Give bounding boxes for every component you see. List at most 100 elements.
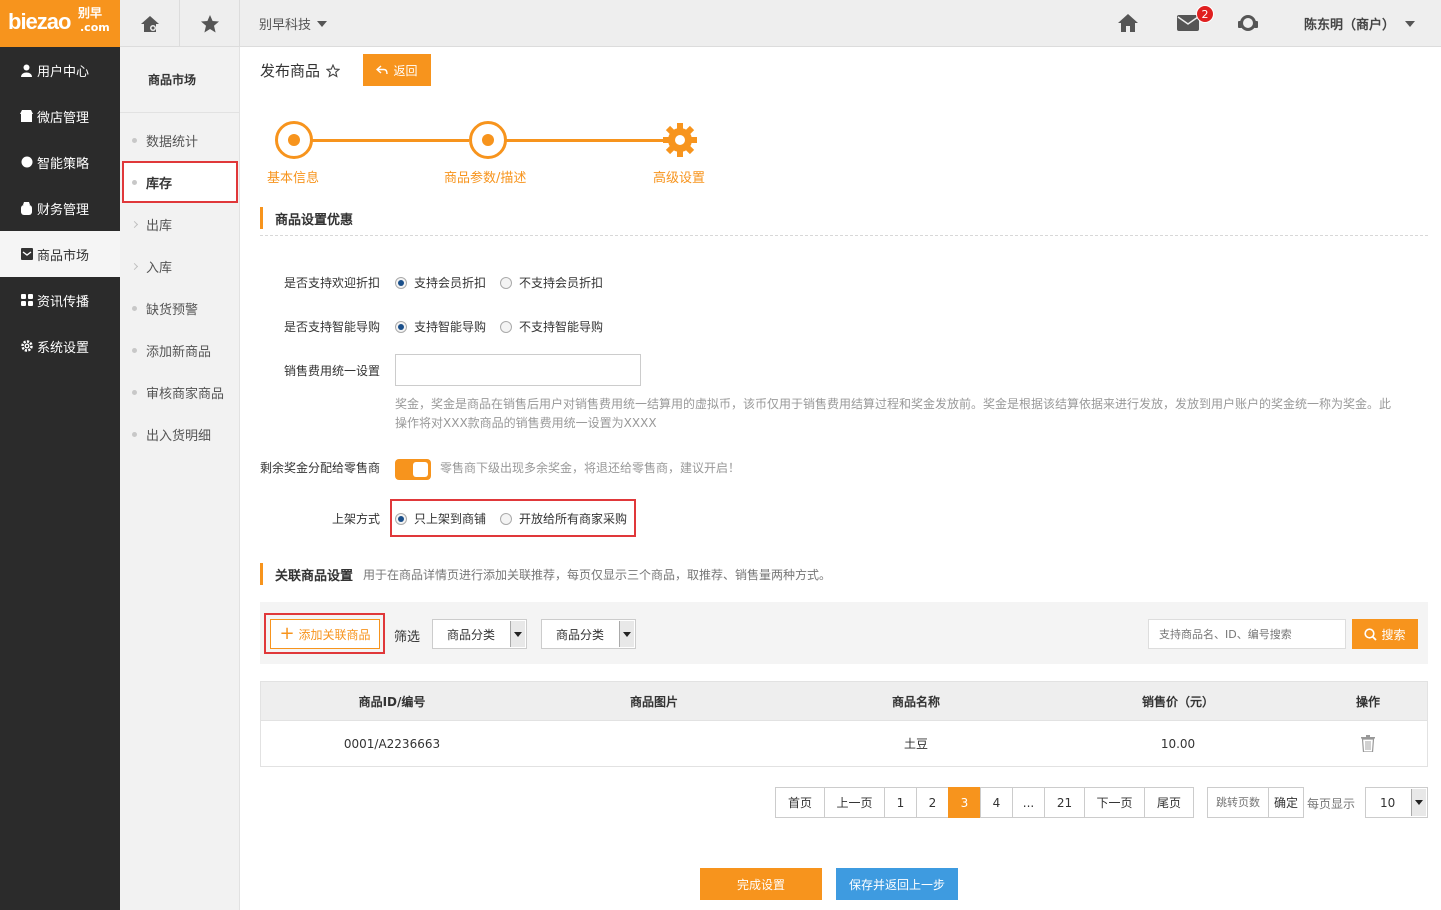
step-params[interactable] — [469, 121, 507, 159]
page-prev[interactable]: 上一页 — [824, 787, 885, 818]
subnav-item-label: 出入货明细 — [146, 428, 212, 444]
sub-sidebar: 商品市场 数据统计 库存 出库 入库 缺货预警 添加新商品 审核商家商品 出入货… — [120, 47, 240, 910]
shelf-open-all-radio[interactable]: 开放给所有商家采购 — [500, 510, 627, 527]
trash-icon[interactable] — [1361, 735, 1375, 752]
back-button[interactable]: 返回 — [363, 54, 431, 86]
bullet-icon — [132, 137, 137, 143]
col-header-image: 商品图片 — [629, 694, 678, 709]
discount-yes-radio[interactable]: 支持会员折扣 — [395, 274, 486, 291]
home-settings-icon — [140, 15, 159, 32]
subnav-item-inbound[interactable]: 入库 — [120, 245, 239, 287]
finish-button[interactable]: 完成设置 — [700, 868, 822, 900]
page-jump-confirm[interactable]: 确定 — [1268, 787, 1304, 818]
sidebar-item-user-center[interactable]: 用户中心 — [0, 47, 120, 93]
radio-label: 开放给所有商家采购 — [519, 512, 628, 526]
save-back-button[interactable]: 保存并返回上一步 — [836, 868, 958, 900]
page-number[interactable]: 21 — [1044, 787, 1085, 818]
page-last[interactable]: 尾页 — [1144, 787, 1194, 818]
guide-yes-radio[interactable]: 支持智能导购 — [395, 318, 486, 335]
page-jump-input[interactable] — [1207, 787, 1269, 818]
add-related-button[interactable]: + 添加关联商品 — [270, 619, 380, 649]
star-outline-icon[interactable] — [326, 63, 341, 78]
company-dropdown[interactable]: 别早科技 — [241, 0, 345, 47]
page-first[interactable]: 首页 — [775, 787, 825, 818]
gear-icon[interactable] — [661, 121, 699, 159]
step-basic-info[interactable] — [275, 121, 313, 159]
radio-label: 支持会员折扣 — [414, 276, 487, 290]
page-jump: 确定 — [1207, 787, 1304, 818]
chevron-right-icon — [130, 220, 139, 228]
guide-no-radio[interactable]: 不支持智能导购 — [500, 318, 603, 335]
sales-fee-input[interactable] — [395, 354, 641, 386]
page-next[interactable]: 下一页 — [1084, 787, 1145, 818]
discount-label: 是否支持欢迎折扣 — [283, 276, 380, 290]
filter-label: 筛选 — [394, 630, 421, 645]
section-header-related: 关联商品设置 用于在商品详情页进行添加关联推荐，每页仅显示三个商品，取推荐、销售… — [260, 563, 831, 585]
search-button[interactable]: 搜索 — [1352, 619, 1418, 649]
home-button[interactable] — [1115, 10, 1141, 36]
sidebar-item-settings[interactable]: 系统设置 — [0, 323, 120, 369]
subnav-item-stock-alert[interactable]: 缺货预警 — [120, 287, 239, 329]
discount-radio-group: 支持会员折扣 不支持会员折扣 — [395, 274, 617, 291]
bullet-icon — [132, 431, 137, 437]
sidebar-item-finance[interactable]: 财务管理 — [0, 185, 120, 231]
sidebar-item-news[interactable]: 资讯传播 — [0, 277, 120, 323]
page-number[interactable]: 4 — [980, 787, 1013, 818]
page-number[interactable]: 2 — [916, 787, 949, 818]
search-input[interactable] — [1148, 619, 1346, 649]
chevron-right-icon — [130, 262, 139, 270]
subnav-item-stock-detail[interactable]: 出入货明细 — [120, 413, 239, 455]
subnav-item-label: 数据统计 — [146, 134, 199, 150]
sidebar-item-market[interactable]: 商品市场 — [0, 231, 120, 277]
fee-hint-line: 操作将对XXX款商品的销售费用统一设置为XXXX — [395, 416, 657, 430]
logo[interactable]: biezao 别早 .com — [0, 0, 120, 47]
surplus-toggle[interactable] — [395, 459, 431, 480]
surplus-hint: 零售商下级出现多余奖金，将退还给零售商，建议开启！ — [440, 461, 741, 475]
radio-label: 只上架到商铺 — [414, 512, 487, 526]
category-select-1[interactable]: 商品分类 — [432, 619, 527, 649]
section-desc: 用于在商品详情页进行添加关联推荐，每页仅显示三个商品，取推荐、销售量两种方式。 — [363, 567, 832, 582]
subnav-item-review-products[interactable]: 审核商家商品 — [120, 371, 239, 413]
logo-cn: 别早 — [78, 6, 103, 20]
user-menu[interactable]: 陈东明（商户） — [1304, 0, 1416, 47]
gear-icon — [20, 340, 33, 353]
subnav-item-outbound[interactable]: 出库 — [120, 203, 239, 245]
top-bar: biezao 别早 .com 别早科技 2 陈东明（商户） — [0, 0, 1441, 47]
support-button[interactable] — [1235, 10, 1261, 36]
step-label: 基本信息 — [267, 171, 320, 186]
cell-image — [523, 721, 785, 766]
per-page-select[interactable]: 10 — [1365, 787, 1428, 818]
col-header-name: 商品名称 — [891, 694, 940, 709]
wallet-icon — [20, 201, 33, 215]
table-row: 0001/A2236663 土豆 10.00 — [261, 720, 1427, 766]
subnav-item-inventory[interactable]: 库存 — [122, 161, 238, 203]
guide-radio-group: 支持智能导购 不支持智能导购 — [395, 318, 617, 335]
sidebar-item-shop[interactable]: 微店管理 — [0, 93, 120, 139]
shelf-radio-group: 只上架到商铺 开放给所有商家采购 — [395, 510, 641, 527]
page-title-text: 发布商品 — [260, 62, 321, 80]
page-title: 发布商品 — [260, 60, 341, 81]
subnav-item-statistics[interactable]: 数据统计 — [120, 119, 239, 161]
discount-no-radio[interactable]: 不支持会员折扣 — [500, 274, 603, 291]
sidebar-item-label: 系统设置 — [37, 340, 90, 356]
page-number[interactable]: 1 — [884, 787, 917, 818]
category-select-2[interactable]: 商品分类 — [541, 619, 636, 649]
shelf-shop-only-radio[interactable]: 只上架到商铺 — [395, 510, 486, 527]
grid-icon — [20, 294, 33, 307]
home-icon — [1118, 14, 1138, 32]
headset-icon — [1238, 15, 1258, 31]
logo-text: biezao — [8, 9, 71, 34]
reply-icon — [376, 65, 389, 75]
page-number-current[interactable]: 3 — [948, 787, 981, 818]
home-nav-button[interactable] — [120, 0, 180, 47]
subnav-item-label: 缺货预警 — [146, 302, 199, 318]
subnav-item-label: 审核商家商品 — [146, 386, 225, 402]
favorites-button[interactable] — [180, 0, 240, 47]
main-content: 发布商品 返回 基本信息 商品参数/描述 高级设置 商品设置优惠 是否支持欢迎折… — [240, 47, 1441, 910]
subnav-item-add-product[interactable]: 添加新商品 — [120, 329, 239, 371]
sidebar-item-strategy[interactable]: 智能策略 — [0, 139, 120, 185]
shelf-label: 上架方式 — [331, 512, 380, 526]
main-sidebar: 用户中心 微店管理 智能策略 财务管理 商品市场 资讯传播 系统设置 — [0, 47, 120, 910]
subnav-item-label: 入库 — [146, 260, 173, 276]
subnav-item-label: 库存 — [146, 176, 173, 192]
